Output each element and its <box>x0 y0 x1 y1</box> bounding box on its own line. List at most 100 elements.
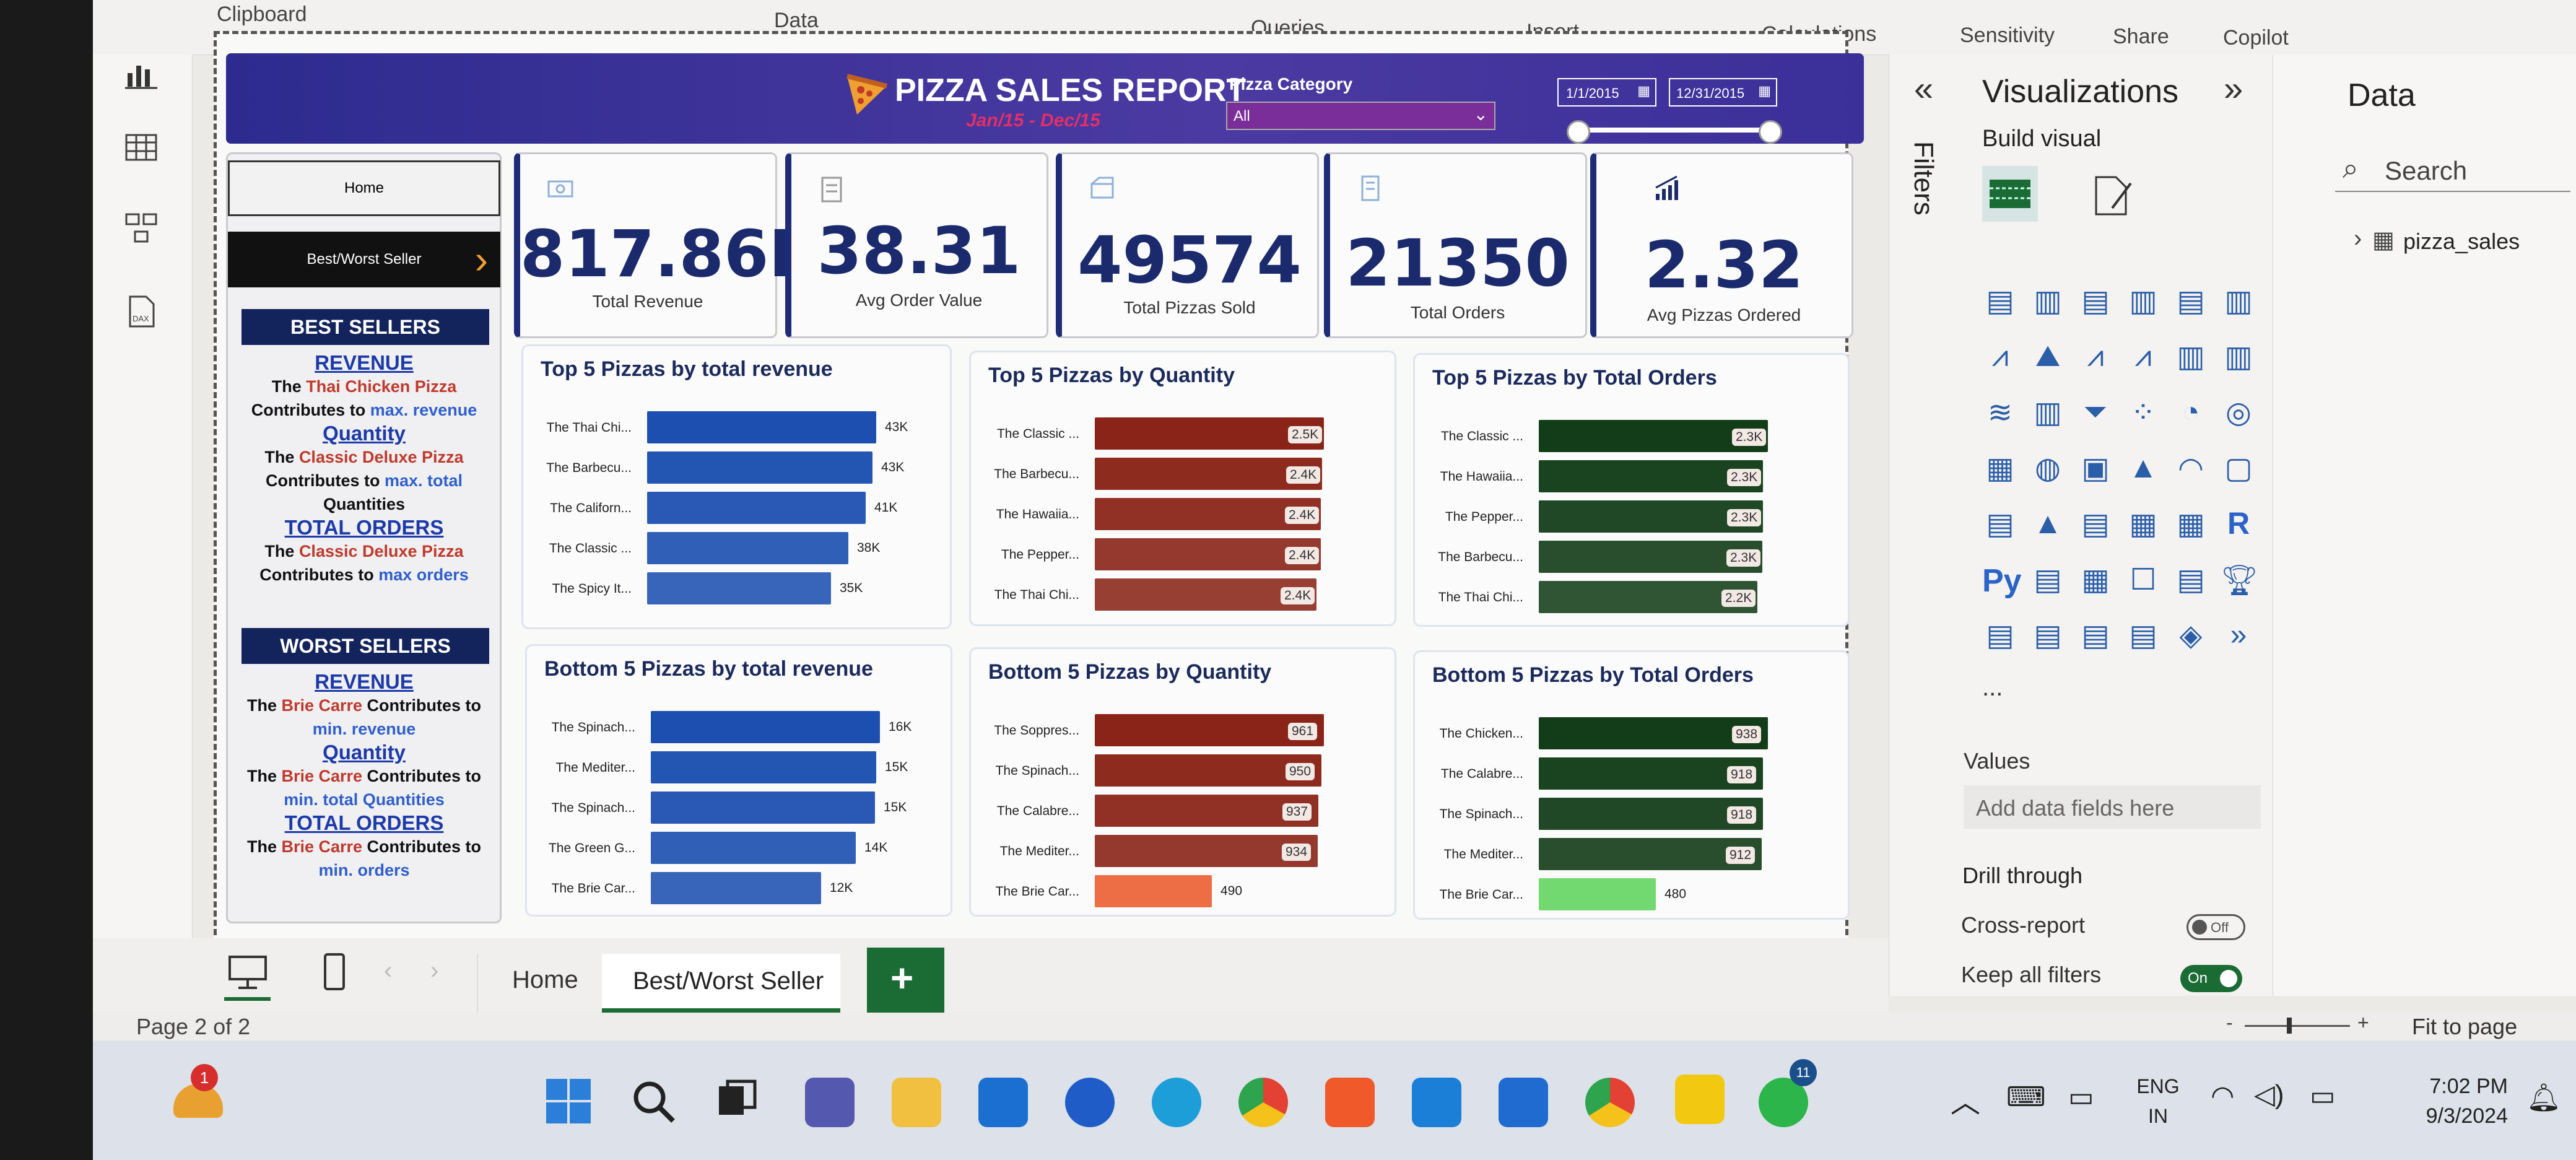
bar[interactable] <box>651 751 876 783</box>
file-explorer-icon[interactable] <box>892 1078 941 1127</box>
ribbon-clipboard[interactable]: Clipboard <box>217 2 307 27</box>
vscode-insiders-icon[interactable] <box>1499 1078 1548 1127</box>
visual-type-icon[interactable]: ▲ <box>2125 451 2161 487</box>
python-visual-icon[interactable]: Py <box>1982 562 2022 600</box>
nav-home-button[interactable]: Home <box>228 160 500 216</box>
visual-type-icon[interactable]: ≋ <box>1982 395 2018 431</box>
search-icon[interactable] <box>629 1076 678 1126</box>
chart-bottom-revenue[interactable]: Bottom 5 Pizzas by total revenue The Spi… <box>525 644 952 917</box>
bar[interactable] <box>647 532 848 564</box>
visual-type-icon[interactable]: ▥ <box>2125 284 2161 320</box>
ribbon-copilot[interactable]: Copilot <box>2223 26 2289 50</box>
visual-type-icon[interactable]: » <box>2221 618 2256 654</box>
visual-type-icon[interactable]: ▤ <box>1982 618 2018 654</box>
visual-type-icon[interactable]: ▦ <box>2173 507 2209 543</box>
visual-type-icon[interactable]: ⩘ <box>2125 339 2161 375</box>
bar[interactable] <box>651 832 856 864</box>
tray-expand-icon[interactable]: ︿ <box>1951 1078 1980 1121</box>
bar-row[interactable]: The Barbecu... 43K <box>523 451 950 484</box>
bar-row[interactable]: The Classic ... 38K <box>523 532 950 564</box>
ribbon-data[interactable]: Data <box>774 9 819 33</box>
bar-row[interactable]: The Classic ... 2.5K <box>971 417 1395 450</box>
bar-row[interactable]: The Spinach... 918 <box>1415 798 1848 830</box>
visual-type-icon[interactable]: ⩘ <box>1982 339 2018 375</box>
bar-row[interactable]: The Pepper... 2.4K <box>971 538 1395 570</box>
visual-type-icon[interactable]: ▦ <box>2125 507 2161 543</box>
chart-bottom-quantity[interactable]: Bottom 5 Pizzas by Quantity The Soppres.… <box>969 647 1396 917</box>
visual-type-icon[interactable]: ▥ <box>2030 395 2066 431</box>
page-next-icon[interactable]: › <box>430 957 438 985</box>
bar[interactable] <box>647 492 866 524</box>
ribbon-sensitivity[interactable]: Sensitivity <box>1960 24 2055 48</box>
visual-type-icon[interactable]: ▤ <box>2078 507 2113 543</box>
bar-row[interactable]: The Green G... 14K <box>527 832 951 864</box>
model-view-icon[interactable] <box>123 209 160 246</box>
chart-top-orders[interactable]: Top 5 Pizzas by Total Orders The Classic… <box>1413 353 1850 627</box>
visual-type-icon[interactable]: ◈ <box>2173 618 2209 654</box>
bar-row[interactable]: The Spinach... 950 <box>971 754 1395 787</box>
mobile-layout-icon[interactable] <box>319 951 350 994</box>
kpi-total-revenue[interactable]: 817.86K Total Revenue <box>514 152 819 338</box>
bar-row[interactable]: The Brie Car... 480 <box>1415 878 1848 910</box>
visual-type-icon[interactable]: ▤ <box>2125 618 2161 654</box>
visual-type-icon[interactable]: ⛰ <box>2030 339 2066 375</box>
date-start-input[interactable]: 1/1/2015 ▦ <box>1557 78 1656 107</box>
visual-type-icon[interactable]: ▤ <box>2173 562 2209 598</box>
visual-type-icon[interactable]: ◔ <box>2173 395 2209 431</box>
bar-row[interactable]: The Hawaiia... 2.4K <box>971 498 1395 530</box>
filters-tab[interactable]: Filters <box>1908 141 1939 265</box>
date-slider-start-handle[interactable] <box>1567 120 1590 144</box>
visual-type-icon[interactable]: ▤ <box>1982 284 2018 320</box>
more-visuals[interactable]: ... <box>1982 674 2003 702</box>
kpi-total-orders[interactable]: 21350 Total Orders <box>1324 152 1587 338</box>
date-slider-end-handle[interactable] <box>1759 120 1782 144</box>
keyboard-icon[interactable]: ⌨ <box>2006 1081 2046 1113</box>
collapse-left-icon[interactable]: « <box>1914 68 1933 108</box>
build-visual-tab[interactable] <box>1982 166 2038 222</box>
kpi-avg-order-value[interactable]: 38.31 Avg Order Value <box>785 152 1048 338</box>
desktop-layout-icon[interactable] <box>226 951 269 994</box>
bar-row[interactable]: The Californ... 41K <box>523 492 950 524</box>
visual-type-icon[interactable]: ◎ <box>2221 395 2256 431</box>
dax-query-icon[interactable]: DAX <box>123 293 160 330</box>
teams-icon[interactable] <box>805 1078 855 1127</box>
bar[interactable] <box>651 872 821 904</box>
start-icon[interactable] <box>544 1076 593 1126</box>
category-dropdown[interactable]: All ⌄ <box>1226 102 1495 130</box>
bar-row[interactable]: The Brie Car... 12K <box>527 872 951 904</box>
bar-row[interactable]: The Hawaiia... 2.3K <box>1415 460 1848 492</box>
visual-type-icon[interactable]: ▦ <box>1982 451 2018 487</box>
visual-type-icon[interactable]: 🏆︎ <box>2221 562 2258 598</box>
cross-report-toggle[interactable]: Off <box>2187 914 2245 940</box>
language-indicator[interactable]: ENG IN <box>2124 1071 2192 1131</box>
bar-row[interactable]: The Brie Car... 490 <box>971 875 1395 907</box>
bar[interactable] <box>1539 878 1656 910</box>
bar-row[interactable]: The Barbecu... 2.4K <box>971 458 1395 490</box>
table-pizza-sales[interactable]: › ▦ pizza_sales <box>2354 225 2564 262</box>
notification-bell-icon[interactable]: 🔔︎ <box>2526 1081 2561 1114</box>
bar-row[interactable]: The Pepper... 2.3K <box>1415 500 1848 533</box>
bar[interactable] <box>651 711 880 743</box>
bar-row[interactable]: The Soppres... 961 <box>971 714 1395 746</box>
visual-type-icon[interactable]: ⩘ <box>2078 339 2113 375</box>
bar-row[interactable]: The Mediter... 912 <box>1415 838 1848 870</box>
chrome-icon[interactable] <box>1238 1078 1288 1127</box>
page-tab-best-worst[interactable]: Best/Worst Seller <box>602 954 840 1013</box>
visual-type-icon[interactable]: ▥ <box>2221 339 2256 375</box>
bar[interactable] <box>647 572 831 604</box>
visual-type-icon[interactable]: ▥ <box>2221 284 2256 320</box>
bar-row[interactable]: The Mediter... 15K <box>527 751 951 783</box>
bar[interactable] <box>651 792 875 824</box>
add-page-button[interactable]: + <box>867 948 944 1013</box>
bar[interactable] <box>647 411 876 443</box>
visual-type-icon[interactable]: ▣ <box>2078 451 2113 487</box>
chrome-profile-icon[interactable] <box>1585 1078 1635 1127</box>
visual-type-icon[interactable]: ◠ <box>2173 451 2209 487</box>
clock[interactable]: 7:02 PM 9/3/2024 <box>2372 1071 2508 1131</box>
bar-row[interactable]: The Thai Chi... 2.4K <box>971 578 1395 611</box>
visual-type-icon[interactable]: ▤ <box>2030 562 2066 598</box>
visual-type-icon[interactable]: ▦ <box>2078 562 2113 598</box>
zoom-slider[interactable]: - + <box>2226 1011 2378 1035</box>
visual-type-icon[interactable]: ▥ <box>2030 284 2066 320</box>
visual-type-icon[interactable]: ☐ <box>2125 562 2161 598</box>
